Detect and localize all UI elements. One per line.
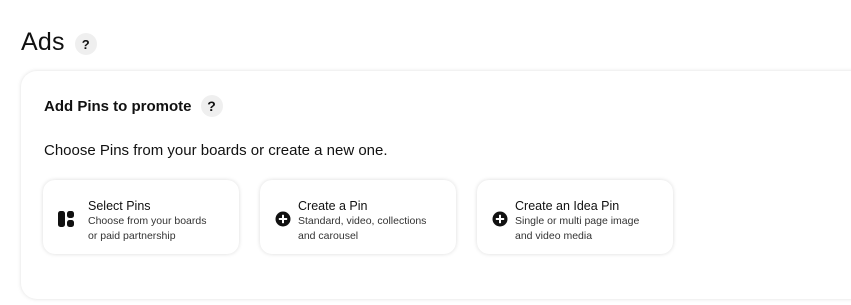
option-desc-line: Single or multi page image — [515, 215, 640, 227]
option-description: Single or multi page image and video med… — [515, 214, 660, 244]
panel-header: Add Pins to promote ? — [44, 95, 223, 117]
help-icon[interactable]: ? — [200, 95, 223, 117]
add-pins-panel: Add Pins to promote ? Choose Pins from y… — [21, 71, 851, 299]
plus-circle-icon — [492, 211, 508, 227]
option-desc-line: Choose from your boards — [88, 215, 207, 227]
option-desc-line: or paid partnership — [88, 230, 176, 242]
option-desc-line: and carousel — [298, 230, 359, 242]
page-header: Ads ? — [21, 26, 97, 58]
option-text: Create an Idea Pin Single or multi page … — [515, 199, 660, 244]
grid-icon — [58, 211, 74, 227]
panel-subtitle: Choose Pins from your boards or create a… — [44, 142, 388, 159]
panel-title: Add Pins to promote — [44, 97, 192, 115]
option-title: Create a Pin — [298, 199, 368, 213]
create-pin-card[interactable]: Create a Pin Standard, video, collection… — [260, 180, 456, 254]
option-description: Standard, video, collections and carouse… — [298, 214, 443, 244]
option-title: Select Pins — [88, 199, 151, 213]
option-desc-line: Standard, video, collections — [298, 215, 427, 227]
option-title: Create an Idea Pin — [515, 199, 620, 213]
option-text: Create a Pin Standard, video, collection… — [298, 199, 443, 244]
page-title: Ads — [21, 28, 65, 56]
option-cards: Select Pins Choose from your boards or p… — [43, 180, 694, 254]
option-text: Select Pins Choose from your boards or p… — [88, 199, 233, 244]
option-desc-line: and video media — [515, 230, 593, 242]
select-pins-card[interactable]: Select Pins Choose from your boards or p… — [43, 180, 239, 254]
help-icon[interactable]: ? — [74, 33, 97, 55]
plus-circle-icon — [275, 211, 291, 227]
create-idea-pin-card[interactable]: Create an Idea Pin Single or multi page … — [477, 180, 673, 254]
option-description: Choose from your boards or paid partners… — [88, 214, 233, 244]
